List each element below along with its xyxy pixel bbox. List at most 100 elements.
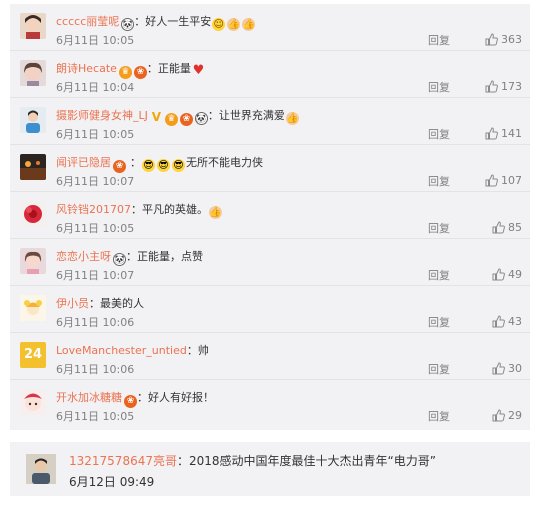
comment-date: 6月11日 10:07 bbox=[56, 269, 135, 282]
avatar[interactable]: 24 bbox=[20, 342, 46, 368]
like-button[interactable]: 173 bbox=[485, 80, 522, 94]
comment-item: 恋恋小主呀 🐼 ：正能量，点赞 6月11日 10:07 回复 49 bbox=[10, 239, 530, 286]
comment-item: 朗诗Hecate ♛ ❀ ：正能量 ♥ 6月11日 10:04 回复 173 bbox=[10, 51, 530, 98]
comment-date: 6月11日 10:06 bbox=[56, 363, 135, 376]
like-count: 49 bbox=[508, 268, 522, 281]
avatar[interactable] bbox=[20, 107, 46, 133]
avatar[interactable] bbox=[26, 454, 56, 484]
comment-date: 6月11日 10:07 bbox=[56, 175, 135, 188]
thumbs-up-emoji-icon: 👍 bbox=[209, 206, 222, 219]
reply-button[interactable]: 回复 bbox=[428, 363, 450, 376]
pray-smile-emoji-icon: ☺ bbox=[212, 18, 226, 31]
like-count: 107 bbox=[501, 174, 522, 187]
comment-line: LoveManchester_untied：帅 bbox=[56, 342, 209, 359]
thumbs-up-icon bbox=[492, 409, 505, 422]
thumbs-up-icon bbox=[485, 127, 498, 140]
avatar[interactable] bbox=[20, 60, 46, 86]
reply-button[interactable]: 回复 bbox=[428, 269, 450, 282]
like-button[interactable]: 49 bbox=[492, 268, 522, 282]
cool-sunglasses-emoji-icon: 😎 bbox=[142, 159, 155, 172]
comment-text: ：好人有好报！ bbox=[137, 391, 214, 404]
username-link[interactable]: 摄影师健身女神_LJ bbox=[56, 109, 148, 122]
like-button[interactable]: 85 bbox=[492, 221, 522, 235]
comment-item: 风铃铛201707：平凡的英雄。👍 6月11日 10:05 回复 85 bbox=[10, 192, 530, 239]
avatar[interactable] bbox=[20, 248, 46, 274]
fan-badge-icon: ❀ bbox=[124, 395, 137, 408]
thumbs-up-emoji-icon: 👍 bbox=[285, 112, 299, 125]
like-button[interactable]: 43 bbox=[492, 315, 522, 329]
avatar[interactable] bbox=[20, 154, 46, 180]
comment-item: 开水加冰糖糖 ❀ ：好人有好报！ 6月11日 10:05 回复 29 bbox=[10, 380, 530, 427]
comment-line: 恋恋小主呀 🐼 ：正能量，点赞 bbox=[56, 248, 203, 266]
comment-text: ：帅 bbox=[186, 344, 209, 357]
avatar[interactable] bbox=[20, 389, 46, 415]
comment-line: 朗诗Hecate ♛ ❀ ：正能量 ♥ bbox=[56, 60, 206, 79]
like-count: 363 bbox=[501, 33, 522, 46]
comment-date: 6月11日 10:05 bbox=[56, 34, 135, 47]
comment-text: ：好人一生平安 bbox=[134, 15, 212, 28]
like-button[interactable]: 30 bbox=[492, 362, 522, 376]
like-count: 173 bbox=[501, 80, 522, 93]
avatar[interactable] bbox=[20, 295, 46, 321]
comment-line: 伊小员：最美的人 bbox=[56, 295, 144, 312]
comment-item: 摄影师健身女神_LJ V ♛ ❀ 🐼 ：让世界充满爱👍 6月11日 10:05 回复 14… bbox=[10, 98, 530, 145]
username-link[interactable]: 恋恋小主呀 bbox=[56, 250, 111, 263]
like-count: 30 bbox=[508, 362, 522, 375]
username-link[interactable]: 闻评已隐居 bbox=[56, 156, 111, 169]
thumbs-up-emoji-icon: 👍 bbox=[227, 18, 241, 31]
comment-item: 伊小员：最美的人 6月11日 10:06 回复 43 bbox=[10, 286, 530, 333]
thumbs-up-icon bbox=[492, 268, 505, 281]
colon-text: ： bbox=[130, 156, 141, 169]
comment-line: 闻评已隐居 ❀： 😎 😎 😎 无所不能电力侠 bbox=[56, 154, 263, 173]
comment-date: 6月11日 10:04 bbox=[56, 81, 135, 94]
cool-sunglasses-emoji-icon: 😎 bbox=[157, 159, 170, 172]
fan-badge-icon: ❀ bbox=[179, 113, 193, 126]
comment-text: 无所不能电力侠 bbox=[186, 156, 263, 169]
username-link[interactable]: LoveManchester_untied bbox=[56, 344, 187, 357]
post-line: 13217578647亮哥：2018感动中国年度最佳十大杰出青年“电力哥” bbox=[69, 453, 436, 469]
comment-text: ：最美的人 bbox=[89, 297, 144, 310]
like-button[interactable]: 107 bbox=[485, 174, 522, 188]
username-link[interactable]: 13217578647亮哥 bbox=[69, 454, 177, 468]
like-count: 141 bbox=[501, 127, 522, 140]
fan-badge-icon: ❀ bbox=[113, 160, 126, 173]
reply-button[interactable]: 回复 bbox=[428, 128, 450, 141]
comment-item: ccccc丽莹呢 🐼 ：好人一生平安 ☺ 👍 👍 6月11日 10:05 回复 363 bbox=[10, 4, 530, 51]
username-link[interactable]: 风铃铛201707 bbox=[56, 203, 131, 216]
reply-button[interactable]: 回复 bbox=[428, 81, 450, 94]
like-button[interactable]: 29 bbox=[492, 409, 522, 423]
comment-line: 摄影师健身女神_LJ V ♛ ❀ 🐼 ：让世界充满爱👍 bbox=[56, 107, 300, 126]
panda-badge-icon: 🐼 bbox=[113, 253, 126, 266]
reply-button[interactable]: 回复 bbox=[428, 34, 450, 47]
comment-text: ：让世界充满爱 bbox=[207, 109, 285, 122]
reply-button[interactable]: 回复 bbox=[428, 410, 450, 423]
avatar-number: 24 bbox=[23, 347, 43, 362]
like-button[interactable]: 363 bbox=[485, 33, 522, 47]
comment-date: 6月11日 10:05 bbox=[56, 222, 135, 235]
username-link[interactable]: 开水加冰糖糖 bbox=[56, 391, 122, 404]
like-count: 43 bbox=[508, 315, 522, 328]
thumbs-up-emoji-icon: 👍 bbox=[242, 18, 256, 31]
like-count: 85 bbox=[508, 221, 522, 234]
panda-badge-icon: 🐼 bbox=[194, 112, 208, 125]
comment-text: ：正能量 bbox=[146, 62, 191, 75]
post-footer: 13217578647亮哥：2018感动中国年度最佳十大杰出青年“电力哥” 6月… bbox=[10, 442, 530, 496]
avatar[interactable] bbox=[20, 201, 46, 227]
reply-button[interactable]: 回复 bbox=[428, 222, 450, 235]
username-link[interactable]: 朗诗Hecate bbox=[56, 62, 117, 75]
thumbs-up-icon bbox=[485, 33, 498, 46]
username-link[interactable]: ccccc丽莹呢 bbox=[56, 15, 119, 28]
username-link[interactable]: 伊小员 bbox=[56, 297, 89, 310]
comment-text: ：平凡的英雄。 bbox=[131, 203, 208, 216]
heart-emoji-icon: ♥ bbox=[192, 63, 205, 78]
comment-date: 6月11日 10:05 bbox=[56, 128, 135, 141]
avatar[interactable] bbox=[20, 13, 46, 39]
like-button[interactable]: 141 bbox=[485, 127, 522, 141]
thumbs-up-icon bbox=[485, 80, 498, 93]
thumbs-up-icon bbox=[492, 315, 505, 328]
post-date: 6月12日 09:49 bbox=[69, 475, 155, 489]
crown-badge-icon: ♛ bbox=[164, 113, 178, 126]
reply-button[interactable]: 回复 bbox=[428, 316, 450, 329]
panda-badge-icon: 🐼 bbox=[121, 18, 135, 31]
reply-button[interactable]: 回复 bbox=[428, 175, 450, 188]
